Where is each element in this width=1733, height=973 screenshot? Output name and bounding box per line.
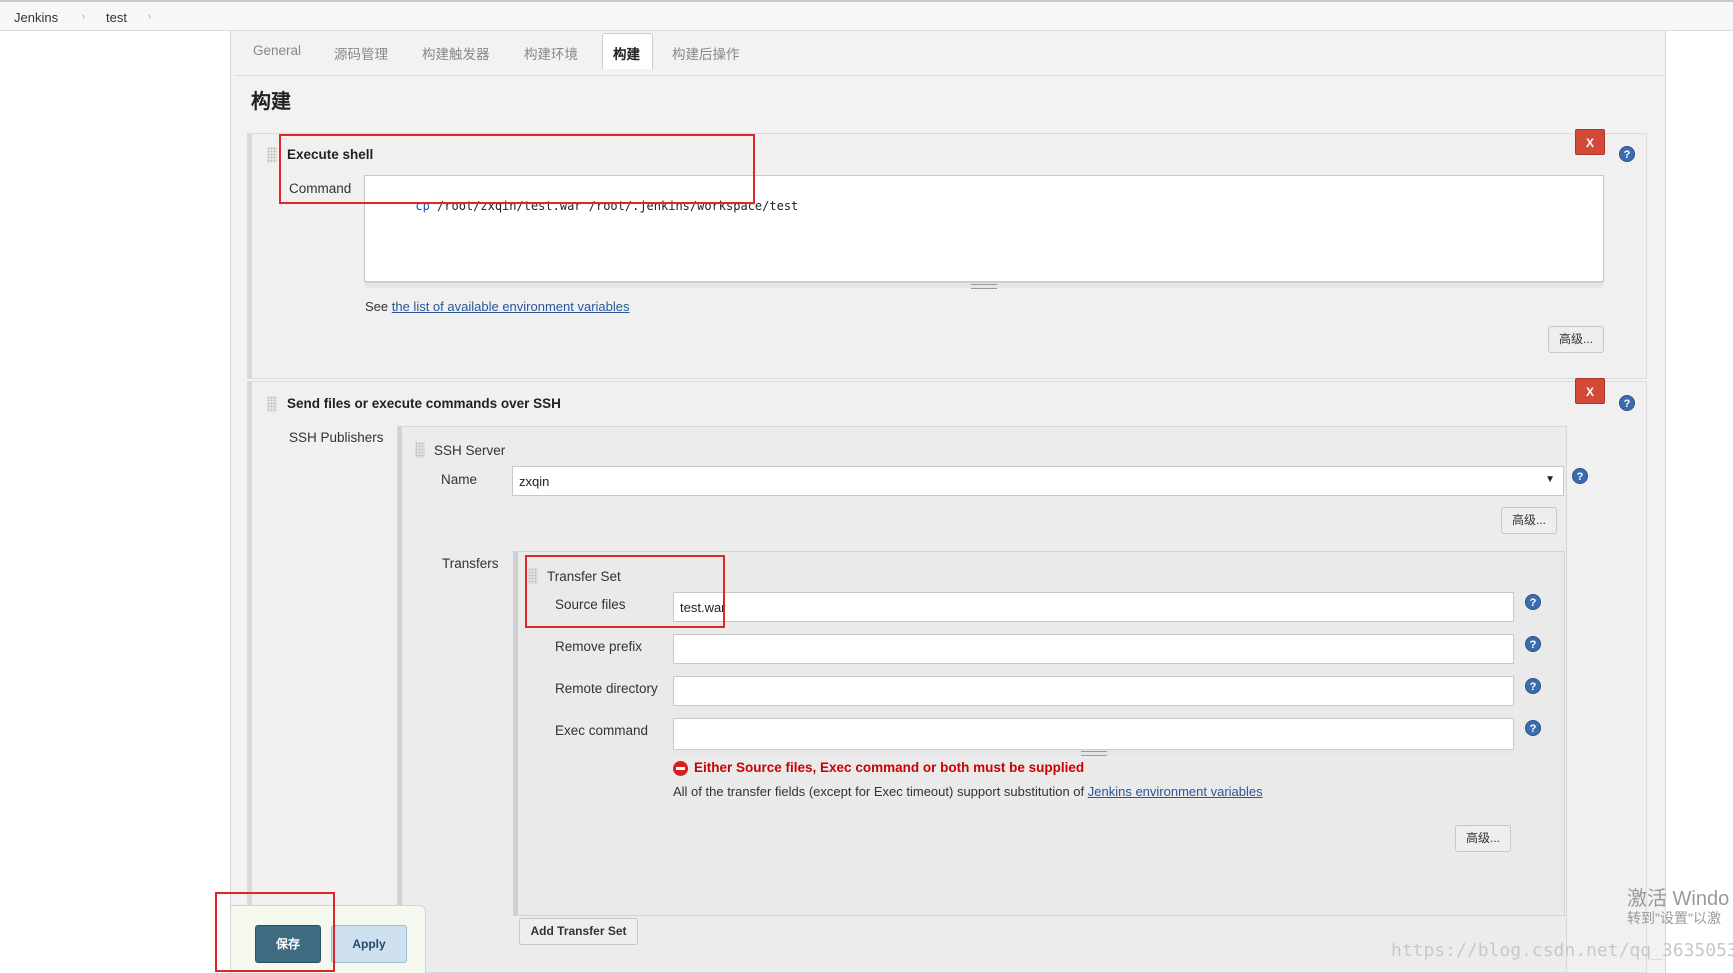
exec-command-label: Exec command [555, 723, 649, 738]
ssh-server-select[interactable]: zxqin ▼ [512, 466, 1564, 496]
tab-scm[interactable]: 源码管理 [334, 43, 388, 63]
remove-prefix-label: Remove prefix [555, 639, 643, 654]
step-rail [248, 382, 252, 972]
name-label: Name [441, 472, 478, 487]
tab-general[interactable]: General [253, 43, 301, 58]
blog-url-watermark: https://blog.csdn.net/qq_36350532 [1391, 940, 1733, 961]
env-vars-hint: See the list of available environment va… [365, 299, 630, 314]
apply-button[interactable]: Apply [331, 925, 407, 963]
ssh-server-title: SSH Server [434, 443, 506, 458]
remote-directory-input[interactable] [673, 676, 1514, 706]
advanced-button[interactable]: 高级... [1548, 326, 1604, 353]
config-panel: General 源码管理 构建触发器 构建环境 构建 构建后操作 构建 Exec… [230, 31, 1666, 973]
drag-handle-icon[interactable] [267, 396, 277, 412]
error-icon [673, 761, 688, 776]
remove-prefix-input[interactable] [673, 634, 1514, 664]
delete-step-button[interactable]: X [1575, 378, 1605, 404]
advanced-button[interactable]: 高级... [1455, 825, 1511, 852]
advanced-button[interactable]: 高级... [1501, 507, 1557, 534]
breadcrumb-jenkins[interactable]: Jenkins [14, 10, 58, 25]
chevron-down-icon: ▼ [1545, 474, 1555, 485]
drag-handle-icon[interactable] [415, 442, 425, 458]
ssh-step-title: Send files or execute commands over SSH [287, 396, 561, 411]
help-icon[interactable]: ? [1572, 468, 1588, 484]
tab-triggers[interactable]: 构建触发器 [422, 43, 490, 63]
drag-handle-icon[interactable] [267, 147, 277, 163]
help-icon[interactable]: ? [1525, 720, 1541, 736]
error-message: Either Source files, Exec command or bot… [694, 760, 1085, 775]
exec-command-textarea[interactable] [673, 718, 1514, 750]
chevron-right-icon[interactable]: › [148, 11, 151, 21]
help-icon[interactable]: ? [1525, 636, 1541, 652]
step-rail [398, 427, 402, 972]
breadcrumb: Jenkins › test › [0, 0, 1733, 31]
jenkins-env-vars-link[interactable]: Jenkins environment variables [1088, 784, 1263, 799]
source-files-input[interactable]: test.war [673, 592, 1514, 622]
ssh-publishers-label: SSH Publishers [289, 430, 384, 445]
chevron-right-icon[interactable]: › [82, 11, 85, 21]
tab-post-build[interactable]: 构建后操作 [672, 43, 740, 63]
transfer-info-text: All of the transfer fields (except for E… [673, 784, 1263, 799]
resize-handle[interactable] [674, 749, 1513, 756]
add-transfer-set-button[interactable]: Add Transfer Set [519, 918, 638, 945]
step-rail [514, 552, 518, 915]
highlight-box [279, 134, 755, 204]
help-icon[interactable]: ? [1619, 395, 1635, 411]
delete-step-button[interactable]: X [1575, 129, 1605, 155]
tab-build-env[interactable]: 构建环境 [524, 43, 578, 63]
step-rail [248, 134, 252, 378]
ssh-server-value: zxqin [519, 474, 550, 489]
resize-handle[interactable] [365, 282, 1603, 289]
help-icon[interactable]: ? [1525, 594, 1541, 610]
windows-activation-hint: 转到"设置"以激 [1627, 910, 1721, 926]
highlight-box [525, 555, 725, 628]
help-icon[interactable]: ? [1619, 146, 1635, 162]
remote-directory-label: Remote directory [555, 681, 658, 696]
section-title: 构建 [251, 91, 291, 113]
env-vars-link[interactable]: the list of available environment variab… [392, 299, 630, 314]
highlight-box [215, 892, 335, 972]
windows-activation-watermark: 激活 Windo [1627, 888, 1730, 910]
tab-divider [235, 75, 1663, 76]
tab-build[interactable]: 构建 [613, 43, 640, 63]
transfers-label: Transfers [442, 556, 499, 571]
help-icon[interactable]: ? [1525, 678, 1541, 694]
breadcrumb-test[interactable]: test [106, 10, 127, 25]
